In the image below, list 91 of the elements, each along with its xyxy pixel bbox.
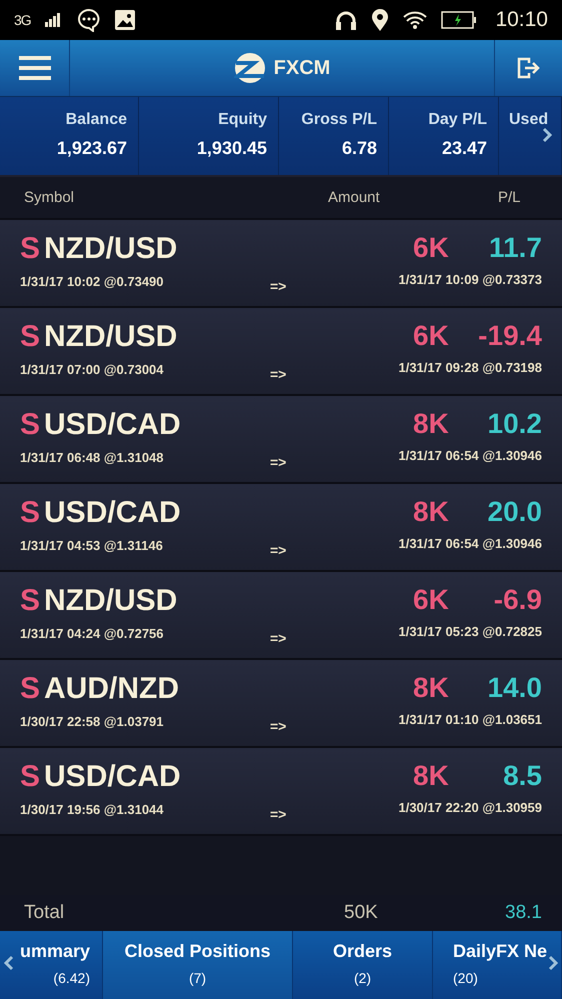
arrow-label: =>	[270, 718, 288, 734]
clock: 10:10	[495, 8, 548, 32]
position-row[interactable]: S NZD/USD 1/31/17 04:24 @0.72756 => 6K -6.9 1/31/17 05:23 @0.72825	[0, 570, 562, 658]
summary-value: 6.78	[342, 138, 377, 159]
pl-value: 10.2	[488, 408, 542, 440]
symbol-label: NZD/USD	[44, 584, 178, 618]
summary-label: Gross P/L	[301, 111, 377, 129]
pl-value: 20.0	[488, 496, 542, 528]
amount-value: 8K	[413, 408, 449, 440]
close-time-price: 1/31/17 09:28 @0.73198	[397, 360, 542, 375]
position-row[interactable]: S NZD/USD 1/31/17 07:00 @0.73004 => 6K -19.4 1/31/17 09:28 @0.73198	[0, 306, 562, 394]
total-pl: 38.1	[505, 902, 542, 924]
arrow-label: =>	[270, 806, 288, 822]
pl-value: -19.4	[478, 320, 542, 352]
summary-value: 1,923.67	[56, 138, 127, 159]
column-header: Amount	[328, 189, 381, 206]
tab[interactable]: Closed Positions (7)	[103, 931, 293, 999]
amount-value: 6K	[413, 584, 449, 616]
logo-icon	[234, 52, 266, 84]
side-label: S	[20, 584, 40, 618]
location-icon	[371, 9, 390, 31]
open-time-price: 1/31/17 10:02 @0.73490	[20, 274, 165, 289]
side-label: S	[20, 232, 40, 266]
summary-label: Used	[509, 111, 548, 129]
close-time-price: 1/31/17 01:10 @1.03651	[397, 712, 542, 727]
column-header: P/L	[498, 189, 521, 206]
position-row[interactable]: S USD/CAD 1/31/17 04:53 @1.31146 => 8K 20.0 1/31/17 06:54 @1.30946	[0, 482, 562, 570]
amount-value: 8K	[413, 672, 449, 704]
tab[interactable]: Orders (2)	[293, 931, 433, 999]
side-label: S	[20, 672, 40, 706]
pl-value: 11.7	[489, 232, 542, 264]
battery-icon	[441, 11, 478, 29]
summary-label: Day P/L	[428, 111, 487, 129]
summary-label: Balance	[66, 111, 127, 129]
open-time-price: 1/31/17 04:53 @1.31146	[20, 538, 164, 553]
amount-value: 8K	[413, 760, 449, 792]
symbol-label: USD/CAD	[44, 496, 181, 530]
arrow-label: =>	[270, 366, 288, 382]
symbol-label: NZD/USD	[44, 320, 178, 354]
position-row[interactable]: SAUD/NZD 1/30/17 22:58 @1.03791 => 8K 14.0 1/31/17 01:10 @1.03651	[0, 658, 562, 746]
arrow-label: =>	[270, 630, 288, 646]
position-row[interactable]: S NZD/USD 1/31/17 10:02 @0.73490 => 6K 11.7 1/31/17 10:09 @0.73373	[0, 218, 562, 306]
summary-label: Equity	[218, 111, 267, 129]
wifi-icon	[403, 11, 428, 29]
pl-value: 8.5	[503, 760, 542, 792]
pl-value: -6.9	[494, 584, 542, 616]
tab[interactable]: ummary (6.42)	[0, 931, 103, 999]
chevron-left-icon[interactable]	[4, 955, 14, 971]
chat-icon	[76, 8, 101, 32]
amount-value: 8K	[413, 496, 449, 528]
symbol-label: USD/CAD	[44, 760, 181, 794]
open-time-price: 1/31/17 04:24 @0.72756	[20, 626, 165, 641]
symbol-label: AUD/NZD	[44, 672, 180, 706]
open-time-price: 1/31/17 07:00 @0.73004	[20, 362, 165, 377]
arrow-label: =>	[270, 542, 288, 558]
image-icon	[114, 10, 135, 30]
symbol-label: NZD/USD	[44, 232, 178, 266]
signal-icon	[44, 13, 63, 27]
arrow-label: =>	[270, 278, 288, 294]
side-label: S	[20, 496, 40, 530]
symbol-label: USD/CAD	[44, 408, 181, 442]
open-time-price: 1/30/17 22:58 @1.03791	[20, 714, 165, 729]
menu-icon	[18, 56, 50, 80]
column-header: Symbol	[24, 189, 76, 206]
position-row[interactable]: S USD/CAD 1/30/17 19:56 @1.31044 => 8K 8.5 1/30/17 22:20 @1.30959	[0, 746, 562, 834]
side-label: S	[20, 760, 40, 794]
total-amount: 50K	[344, 902, 379, 924]
side-label: S	[20, 408, 40, 442]
amount-value: 6K	[413, 320, 449, 352]
total-label: Total	[24, 902, 66, 924]
tab[interactable]: DailyFX Ne (20)	[433, 931, 562, 999]
open-time-price: 1/30/17 19:56 @1.31044	[20, 802, 165, 817]
close-time-price: 1/31/17 06:54 @1.30946	[397, 448, 542, 463]
app-title: FXCM	[274, 56, 330, 80]
summary-value: 1,930.45	[196, 138, 267, 159]
chevron-right-icon[interactable]	[542, 127, 552, 143]
close-time-price: 1/31/17 05:23 @0.72825	[397, 624, 542, 639]
pl-value: 14.0	[488, 672, 542, 704]
network-label: 3G	[14, 12, 31, 28]
side-label: S	[20, 320, 40, 354]
close-time-price: 1/31/17 10:09 @0.73373	[397, 272, 542, 287]
open-time-price: 1/31/17 06:48 @1.31048	[20, 450, 165, 465]
headphones-icon	[335, 10, 358, 30]
chevron-right-icon[interactable]	[548, 955, 558, 971]
position-row[interactable]: S USD/CAD 1/31/17 06:48 @1.31048 => 8K 10.2 1/31/17 06:54 @1.30946	[0, 394, 562, 482]
amount-value: 6K	[413, 232, 449, 264]
logout-icon	[516, 57, 540, 79]
arrow-label: =>	[270, 454, 288, 470]
close-time-price: 1/31/17 06:54 @1.30946	[397, 536, 542, 551]
summary-value: 23.47	[442, 138, 487, 159]
close-time-price: 1/30/17 22:20 @1.30959	[397, 800, 542, 815]
